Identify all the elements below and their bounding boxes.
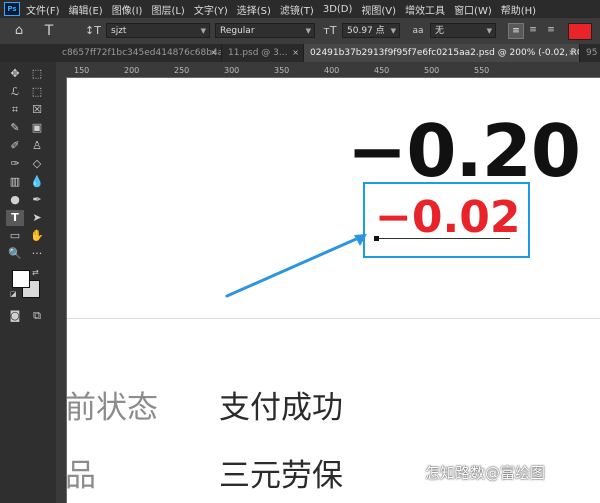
align-right-button[interactable]: ≡ bbox=[544, 23, 558, 37]
close-icon[interactable]: × bbox=[568, 44, 575, 62]
menu-window[interactable]: 窗口(W) bbox=[454, 2, 492, 17]
align-left-button[interactable]: ≡ bbox=[508, 23, 524, 39]
chevron-down-icon: ▼ bbox=[200, 27, 206, 35]
menu-help[interactable]: 帮助(H) bbox=[501, 2, 536, 17]
menu-3d[interactable]: 3D(D) bbox=[323, 4, 353, 15]
vertical-ruler bbox=[56, 77, 67, 503]
brush-tool-icon[interactable]: ✐ bbox=[6, 138, 24, 154]
ruler-corner bbox=[56, 62, 66, 77]
pointer-arrow bbox=[225, 234, 367, 298]
tab-document-2[interactable]: 11.psd @ 3... × bbox=[222, 44, 304, 62]
font-family-select[interactable]: sjzt ▼ bbox=[106, 23, 210, 38]
ruler-tick-label: 450 bbox=[374, 66, 390, 75]
frame-tool-icon[interactable]: ☒ bbox=[28, 102, 46, 118]
ruler-tick-label: 500 bbox=[424, 66, 440, 75]
horizontal-ruler: 150 200 250 300 350 400 450 500 550 bbox=[66, 62, 600, 78]
document-canvas[interactable]: −0.20 −0.02 前状态 支付成功 品 三元劳保 bbox=[67, 78, 600, 503]
font-size-field[interactable]: 50.97 点 ▼ bbox=[342, 23, 400, 38]
ruler-tick-label: 150 bbox=[74, 66, 90, 75]
status-value-text: 支付成功 bbox=[219, 390, 343, 426]
blur-tool-icon[interactable]: 💧 bbox=[28, 174, 46, 190]
stamp-tool-icon[interactable]: ♙ bbox=[28, 138, 46, 154]
text-orientation-icon[interactable]: ↕T bbox=[84, 22, 102, 40]
tab-document-4[interactable]: 95 bbox=[580, 44, 600, 62]
type-tool-preset-icon[interactable]: T bbox=[40, 22, 58, 40]
arrow-line bbox=[225, 234, 365, 298]
ruler-tick-label: 250 bbox=[174, 66, 190, 75]
close-icon[interactable]: × bbox=[292, 44, 299, 62]
section-divider bbox=[67, 318, 600, 319]
ruler-tick-label: 350 bbox=[274, 66, 290, 75]
tab-label: 02491b37b2913f9f95f7e6fc0215aa2.psd @ 20… bbox=[310, 48, 579, 58]
tools-panel: ✥ ⬚ ℒ ⬚ ⌗ ☒ ✎ ▣ ✐ ♙ ✑ ◇ ▥ 💧 ● ✒ T ➤ ▭ ✋ … bbox=[0, 62, 56, 503]
ruler-tick-label: 200 bbox=[124, 66, 140, 75]
rectangle-tool-icon[interactable]: ▭ bbox=[6, 228, 24, 244]
ruler-tick-label: 550 bbox=[474, 66, 490, 75]
status-label-text: 前状态 bbox=[67, 390, 158, 426]
tab-document-active[interactable]: 02491b37b2913f9f95f7e6fc0215aa2.psd @ 20… bbox=[304, 44, 580, 62]
healing-brush-tool-icon[interactable]: ▣ bbox=[28, 120, 46, 136]
close-icon[interactable]: × bbox=[210, 44, 217, 62]
product-value-text: 三元劳保 bbox=[219, 458, 343, 494]
marquee-tool-icon[interactable]: ⬚ bbox=[28, 66, 46, 82]
swap-colors-icon[interactable]: ⇄ bbox=[32, 268, 39, 277]
gradient-tool-icon[interactable]: ▥ bbox=[6, 174, 24, 190]
tab-label: c8657ff72f1bc345ed414876c68b4a1.jpg bbox=[62, 48, 222, 58]
quick-mask-icon[interactable]: ◙ bbox=[6, 308, 24, 324]
dodge-tool-icon[interactable]: ● bbox=[6, 192, 24, 208]
menu-file[interactable]: 文件(F) bbox=[26, 2, 60, 17]
type-tool-icon[interactable]: T bbox=[6, 210, 24, 226]
ruler-tick-label: 400 bbox=[324, 66, 340, 75]
menu-plugins[interactable]: 增效工具 bbox=[405, 2, 445, 17]
chevron-down-icon: ▼ bbox=[486, 27, 492, 35]
font-size-icon: ᴛT bbox=[323, 24, 337, 37]
pen-tool-icon[interactable]: ✒ bbox=[28, 192, 46, 208]
more-tools-icon[interactable]: ··· bbox=[28, 246, 46, 262]
font-style-select[interactable]: Regular ▼ bbox=[215, 23, 315, 38]
lasso-tool-icon[interactable]: ℒ bbox=[6, 84, 24, 100]
menu-type[interactable]: 文字(Y) bbox=[194, 2, 228, 17]
path-select-tool-icon[interactable]: ➤ bbox=[28, 210, 46, 226]
tab-label: 95 bbox=[586, 48, 598, 58]
watermark-text: 怎知路数@富绘图 bbox=[425, 464, 546, 482]
font-size-value: 50.97 点 bbox=[347, 26, 385, 36]
options-bar: ⌂ T ↕T sjzt ▼ Regular ▼ ᴛT 50.97 点 ▼ aa … bbox=[0, 18, 600, 45]
foreground-color-swatch[interactable] bbox=[12, 270, 30, 288]
default-colors-icon[interactable]: ◪ bbox=[10, 290, 17, 298]
crop-tool-icon[interactable]: ⌗ bbox=[6, 102, 24, 118]
menu-view[interactable]: 视图(V) bbox=[361, 2, 396, 17]
tab-document-1[interactable]: c8657ff72f1bc345ed414876c68b4a1.jpg × bbox=[56, 44, 222, 62]
product-label-text: 品 bbox=[67, 458, 96, 494]
ruler-tick-label: 300 bbox=[224, 66, 240, 75]
font-style-value: Regular bbox=[220, 26, 255, 36]
antialias-icon: aa bbox=[412, 26, 424, 36]
object-select-tool-icon[interactable]: ⬚ bbox=[28, 84, 46, 100]
hand-tool-icon[interactable]: ✋ bbox=[28, 228, 46, 244]
chevron-down-icon: ▼ bbox=[390, 27, 396, 35]
menu-bar: Ps 文件(F) 编辑(E) 图像(I) 图层(L) 文字(Y) 选择(S) 滤… bbox=[0, 0, 600, 18]
font-family-value: sjzt bbox=[111, 26, 127, 36]
menu-select[interactable]: 选择(S) bbox=[237, 2, 271, 17]
menu-filter[interactable]: 滤镜(T) bbox=[280, 2, 314, 17]
text-color-swatch[interactable] bbox=[568, 23, 592, 40]
document-tab-bar: c8657ff72f1bc345ed414876c68b4a1.jpg × 11… bbox=[0, 44, 600, 62]
menu-layer[interactable]: 图层(L) bbox=[151, 2, 184, 17]
eraser-tool-icon[interactable]: ◇ bbox=[28, 156, 46, 172]
tab-label: 11.psd @ 3... bbox=[228, 48, 288, 58]
history-brush-tool-icon[interactable]: ✑ bbox=[6, 156, 24, 172]
eyedropper-tool-icon[interactable]: ✎ bbox=[6, 120, 24, 136]
align-center-button[interactable]: ≡ bbox=[526, 23, 540, 37]
menu-edit[interactable]: 编辑(E) bbox=[69, 2, 103, 17]
home-icon[interactable]: ⌂ bbox=[10, 22, 28, 40]
screen-mode-icon[interactable]: ⧉ bbox=[28, 308, 46, 324]
photoshop-logo-icon[interactable]: Ps bbox=[4, 2, 20, 16]
zoom-tool-icon[interactable]: 🔍 bbox=[6, 246, 24, 262]
move-tool-icon[interactable]: ✥ bbox=[6, 66, 24, 82]
antialias-select[interactable]: 无 ▼ bbox=[430, 23, 496, 38]
menu-image[interactable]: 图像(I) bbox=[112, 2, 143, 17]
antialias-value: 无 bbox=[435, 26, 445, 36]
chevron-down-icon: ▼ bbox=[305, 27, 311, 35]
